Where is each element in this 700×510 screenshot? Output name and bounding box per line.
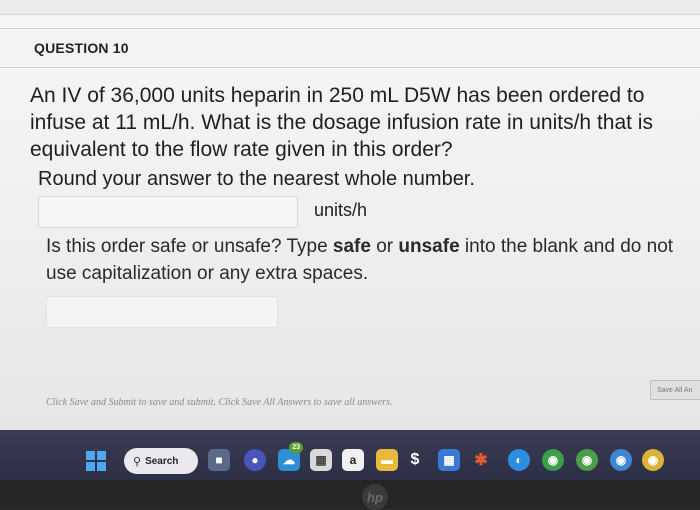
safety-answer-input[interactable] (46, 296, 278, 328)
start-icon[interactable] (86, 451, 106, 471)
weather-badge: 23 (289, 442, 303, 453)
q2-safe-word: safe (332, 236, 371, 257)
chrome-icon-2[interactable]: ◉ (576, 449, 598, 471)
amazon-icon[interactable]: a (342, 449, 364, 471)
save-all-answers-button[interactable]: Save All An (650, 380, 700, 400)
browser-content: QUESTION 10 An IV of 36,000 units hepari… (0, 0, 700, 430)
question-text: An IV of 36,000 units heparin in 250 mL … (30, 84, 653, 161)
q2-unsafe-word: unsafe (398, 236, 460, 257)
files-icon[interactable]: ▬ (376, 449, 398, 471)
units-label: units/h (314, 200, 368, 220)
dosage-answer-input[interactable] (38, 196, 298, 228)
office-icon[interactable]: ✱ (470, 449, 492, 471)
taskbar-search[interactable]: ⚲ Search (124, 448, 198, 474)
chrome-icon-4[interactable]: ◉ (642, 449, 664, 471)
round-note: Round your answer to the nearest whole n… (38, 168, 475, 190)
q2-prefix: Is this order safe or unsafe? Type (46, 236, 333, 257)
search-icon: ⚲ (133, 455, 142, 468)
dollar-icon[interactable]: $ (404, 449, 426, 471)
hp-logo: hp (362, 484, 388, 510)
calendar-icon[interactable]: ▦ (310, 449, 332, 471)
store-icon[interactable]: ▦ (438, 449, 460, 471)
footer-note: Click Save and Submit to save and submit… (46, 397, 393, 408)
top-strip (0, 0, 700, 15)
safety-question-text: Is this order safe or unsafe? Type safe … (46, 233, 686, 287)
question-header: QUESTION 10 (0, 28, 700, 68)
taskbar: ⚲ Search ■ ● ☁ 23 ▦ a ▬ $ ▦ ✱ ◐ ◉ ◉ ◉ ◉ (0, 430, 700, 480)
chrome-icon[interactable]: ◉ (542, 449, 564, 471)
chrome-icon-3[interactable]: ◉ (610, 449, 632, 471)
hp-logo-text: hp (367, 489, 383, 505)
question-title: QUESTION 10 (34, 40, 129, 56)
edge-icon[interactable]: ◐ (508, 449, 530, 471)
search-label: Search (145, 455, 179, 467)
q2-or: or (370, 236, 399, 257)
weather-icon[interactable]: ☁ 23 (278, 442, 303, 471)
laptop-bezel (0, 480, 700, 509)
answer-row: units/h (38, 196, 678, 228)
file-explorer-icon[interactable]: ■ (208, 449, 230, 471)
teams-icon[interactable]: ● (244, 449, 266, 471)
